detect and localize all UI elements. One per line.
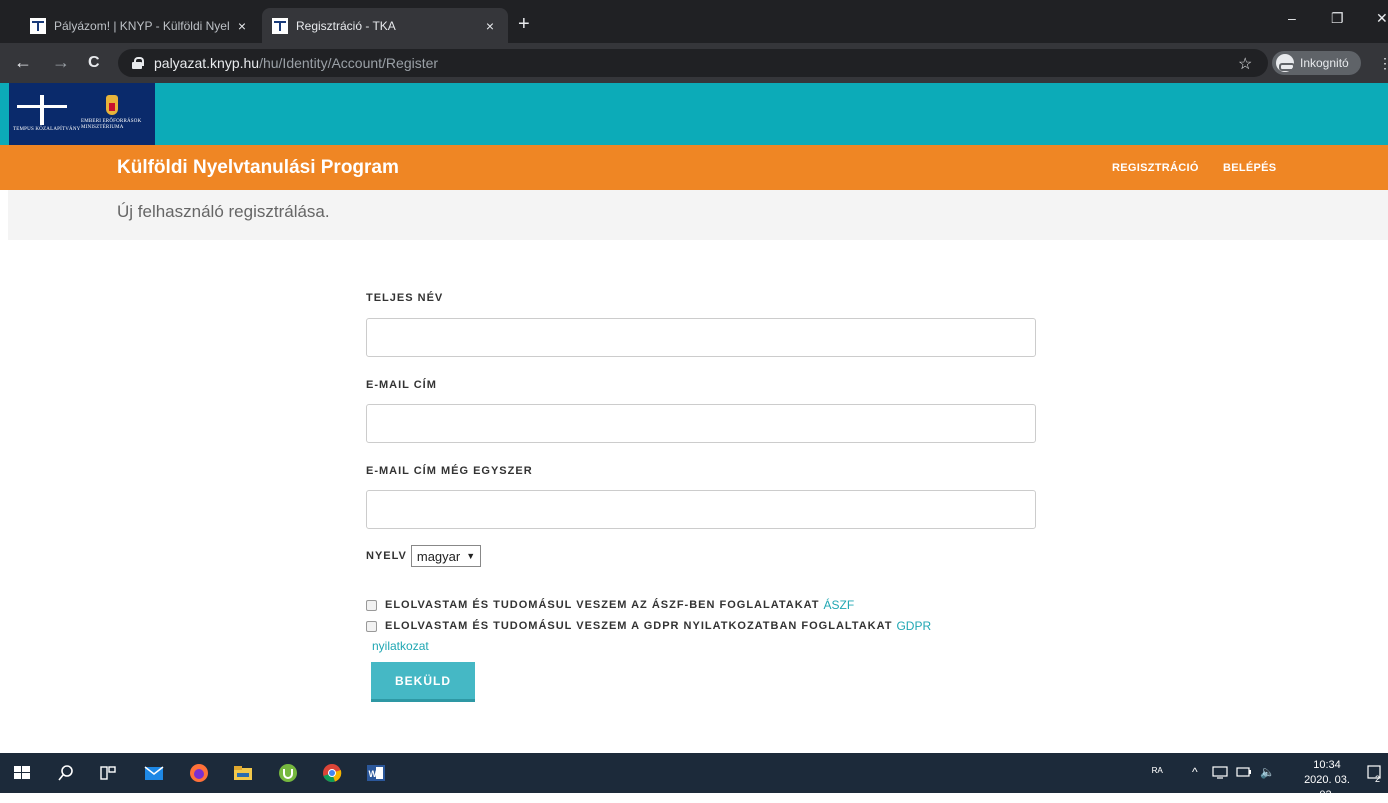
language-row: NYELV magyar ▼ [366,545,482,567]
tka-favicon-icon [30,17,46,34]
main-nav: Külföldi Nyelvtanulási Program REGISZTRÁ… [0,145,1388,190]
tka-favicon-icon [272,17,288,34]
tab-close-icon[interactable]: × [234,18,250,34]
nav-regisztracio[interactable]: REGISZTRÁCIÓ [1112,162,1199,174]
incognito-icon [1276,54,1295,72]
new-tab-icon[interactable]: + [518,14,530,34]
site-logo[interactable]: TEMPUS KÖZALAPÍTVÁNY EMBERI ERŐFORRÁSOK … [9,83,155,145]
word-icon[interactable]: W [364,761,388,785]
incognito-label: Inkognitó [1300,56,1349,70]
full-name-input[interactable] [366,318,1036,357]
language-label: NYELV [366,550,407,562]
browser-tab-bar: Pályázom! | KNYP - Külföldi Nyel × Regis… [0,0,1388,43]
tray-chevron-icon[interactable]: ^ [1192,765,1198,779]
terms-text: ELOLVASTAM ÉS TUDOMÁSUL VESZEM AZ ÁSZF-B… [385,599,820,611]
url-bar[interactable]: palyazat.knyp.hu/hu/Identity/Account/Reg… [118,49,1268,77]
dropdown-caret-icon: ▼ [466,551,476,561]
gdpr-checkbox[interactable] [366,620,377,632]
clock-time: 10:34 [1313,759,1341,771]
task-view-icon[interactable] [96,761,120,785]
gdpr-text: ELOLVASTAM ÉS TUDOMÁSUL VESZEM A GDPR NY… [385,620,893,632]
tab-title: Pályázom! | KNYP - Külföldi Nyel [54,18,230,33]
browser-tab-knyp[interactable]: Pályázom! | KNYP - Külföldi Nyel × [20,8,260,43]
gdpr-row: ELOLVASTAM ÉS TUDOMÁSUL VESZEM A GDPR NY… [366,619,931,633]
email-confirm-label: E-MAIL CÍM MÉG EGYSZER [366,465,533,477]
taskbar-clock[interactable]: 10:34 2020. 03. 02. [1296,758,1358,803]
browser-toolbar: ← → C palyazat.knyp.hu/hu/Identity/Accou… [0,43,1388,83]
file-explorer-icon[interactable] [231,761,255,785]
svg-text:W: W [369,769,378,779]
gdpr-link[interactable]: GDPR [896,619,931,633]
email-input[interactable] [366,404,1036,443]
battery-icon[interactable] [1236,765,1252,779]
full-name-label: TELJES NÉV [366,292,444,304]
terms-checkbox[interactable] [366,599,377,611]
tab-title: Regisztráció - TKA [296,18,396,33]
mail-icon[interactable] [142,761,166,785]
site-header: TEMPUS KÖZALAPÍTVÁNY EMBERI ERŐFORRÁSOK … [0,83,1388,145]
browser-menu-icon[interactable]: ⋮ [1378,55,1388,72]
restore-icon[interactable]: ❐ [1331,10,1344,27]
forward-arrow-icon[interactable]: → [52,53,70,71]
nav-belepes[interactable]: BELÉPÉS [1223,162,1276,174]
lock-icon [132,57,144,69]
browser-tab-regisztracio[interactable]: Regisztráció - TKA × [262,8,508,43]
logo-text-tempus: TEMPUS KÖZALAPÍTVÁNY [13,127,81,132]
network-icon[interactable] [1212,765,1228,779]
url-path: /hu/Identity/Account/Register [259,55,439,71]
tab-close-icon[interactable]: × [482,18,498,34]
search-icon[interactable] [54,761,78,785]
back-arrow-icon[interactable]: ← [14,53,32,71]
windows-start-icon[interactable] [10,761,34,785]
notification-center-icon[interactable]: 2 [1366,763,1384,783]
gdpr-link-continued[interactable]: nyilatkozat [372,639,429,653]
submit-button[interactable]: BEKÜLD [371,662,475,702]
notification-count: 2 [1375,774,1380,783]
logo-text-emmi: EMBERI ERŐFORRÁSOK MINISZTÉRIUMA [81,119,142,130]
page-title: Új felhasználó regisztrálása. [117,202,330,221]
language-selected-value: magyar [416,548,461,564]
clock-date: 2020. 03. 02. [1304,774,1350,801]
language-select[interactable]: magyar ▼ [410,545,482,567]
close-window-icon[interactable]: ✕ [1376,10,1388,27]
utorrent-icon[interactable] [276,761,300,785]
chrome-icon[interactable] [320,761,344,785]
terms-row: ELOLVASTAM ÉS TUDOMÁSUL VESZEM AZ ÁSZF-B… [366,598,854,612]
site-brand[interactable]: Külföldi Nyelvtanulási Program [117,157,399,179]
page-title-bar: Új felhasználó regisztrálása. [8,190,1388,240]
windows-taskbar: W ᴿᴬ ^ 🔈 10:34 2020. 03. 02. 2 [0,753,1388,801]
incognito-badge[interactable]: Inkognitó [1272,51,1361,75]
reload-icon[interactable]: C [88,54,100,72]
hungarian-crest-icon [106,95,118,115]
email-confirm-input[interactable] [366,490,1036,529]
email-label: E-MAIL CÍM [366,379,437,391]
url-host: palyazat.knyp.hu [154,55,260,71]
terms-link[interactable]: ÁSZF [823,598,854,612]
minimize-icon[interactable]: – [1288,10,1296,26]
volume-icon[interactable]: 🔈 [1260,765,1275,779]
bookmark-star-icon[interactable]: ☆ [1238,54,1252,74]
people-icon[interactable]: ᴿᴬ [1152,765,1163,779]
firefox-icon[interactable] [187,761,211,785]
